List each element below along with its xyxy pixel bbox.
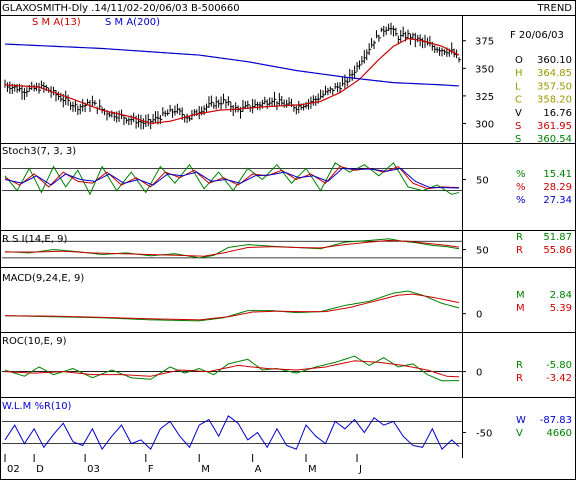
readout-key: H [515,68,523,79]
readout-key: S [515,121,521,132]
sma13-legend: S M A(13) [32,17,81,28]
x-tick-label: A [255,464,262,475]
readout-value: 357.50 [537,81,572,92]
indicator-tick-label: 50 [476,176,489,187]
readout-value: 360.54 [537,134,572,145]
sma200-line [4,43,460,87]
indicator-readout-key: % [516,195,526,206]
chart-title: GLAXOSMITH-Dly .14/11/02-20/06/03 B-5006… [2,3,240,14]
readout-value: 361.95 [537,121,572,132]
indicator-line [4,293,460,321]
x-tick-label: M [201,464,210,475]
readout-key: V [515,108,522,119]
readout-value: 358.20 [537,95,572,106]
indicator-readout-value: -3.42 [546,373,572,384]
x-tick-label: 03 [87,464,100,475]
indicator-readout-key: % [516,182,526,193]
price-tick-label: 300 [475,119,494,130]
indicator-line [4,355,460,382]
readout-key: L [515,81,521,92]
indicator-title: ROC(10,E, 9) [2,336,67,347]
indicator-line [4,415,460,451]
readout-value: 16.76 [543,108,572,119]
indicator-title: Stoch3(7, 3, 3) [2,146,76,157]
indicator-title: MACD(9,24,E, 9) [2,273,84,284]
indicator-tick-label: 0 [476,368,482,379]
indicator-readout-value: 27.34 [543,195,572,206]
readout-key: C [515,95,522,106]
indicator-readout-value: -87.83 [540,415,572,426]
indicator-tick-label: -50 [476,429,492,440]
readout-value: 364.85 [537,68,572,79]
price-tick-label: 375 [475,37,494,48]
indicator-line [4,165,460,190]
indicator-readout-value: -5.80 [546,360,572,371]
readout-key: O [515,55,523,66]
x-tick-label: M [308,464,317,475]
indicator-readout-key: R [516,373,523,384]
sma200-legend: S M A(200) [105,17,160,28]
x-tick-label: D [36,464,44,475]
indicator-readout-value: 2.84 [550,290,572,301]
indicator-readout-key: M [516,290,525,301]
indicator-title: W.L.M %R(10) [2,401,72,412]
technical-chart: GLAXOSMITH-Dly .14/11/02-20/06/03 B-5006… [0,0,576,480]
x-tick-label: J [358,464,362,475]
indicator-readout-value: 4660 [547,428,572,439]
x-tick-label: F [148,464,154,475]
indicator-readout-key: R [516,245,523,256]
readout-date: F 20/06/03 [510,30,564,41]
chart-root: GLAXOSMITH-Dly .14/11/02-20/06/03 B-5006… [0,0,576,480]
indicator-readout-value: 55.86 [543,245,572,256]
indicator-readout-value: 15.41 [543,169,572,180]
indicator-readout-value: 51.87 [543,232,572,243]
indicator-readout-key: % [516,169,526,180]
price-tick-label: 325 [475,92,494,103]
indicator-readout-key: W [516,415,526,426]
indicator-readout-key: V [516,428,523,439]
readout-key: S [515,134,521,145]
indicator-readout-value: 28.29 [543,182,572,193]
indicator-readout-key: R [516,360,523,371]
indicator-readout-key: R [516,232,523,243]
indicator-title: R S I(14,E, 9) [2,234,67,245]
price-tick-label: 350 [475,64,494,75]
indicator-tick-label: 0 [476,310,482,321]
trend-label: TREND [536,3,572,14]
x-tick-label: 02 [7,464,20,475]
indicator-readout-key: M [516,303,525,314]
readout-value: 360.10 [537,55,572,66]
price-bars [4,22,461,130]
indicator-tick-label: 50 [476,246,489,257]
indicator-readout-value: 5.39 [550,303,572,314]
indicator-line [5,239,460,257]
